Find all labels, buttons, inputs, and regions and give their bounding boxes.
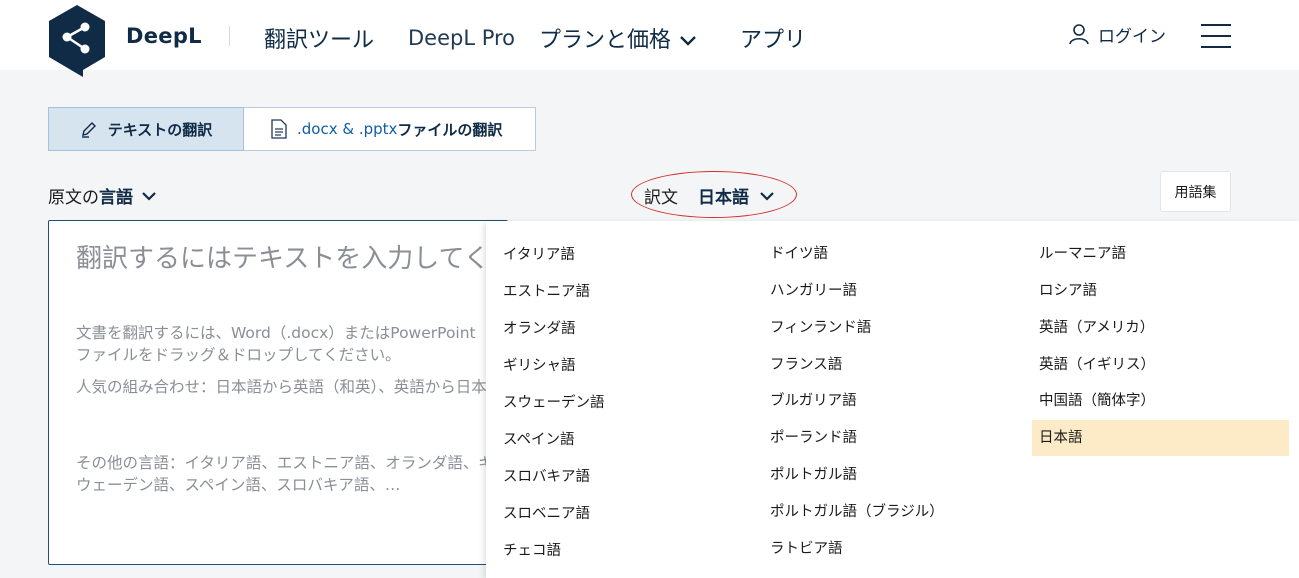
language-option[interactable]: ドイツ語 <box>770 242 828 266</box>
language-option[interactable]: スロバキア語 <box>503 465 590 489</box>
mode-tabs: テキストの翻訳 .docx & .pptx ファイルの翻訳 <box>48 107 536 151</box>
language-option[interactable]: ブルガリア語 <box>770 389 857 413</box>
language-option[interactable]: オランダ語 <box>503 317 576 341</box>
popular-pairs-hint: 人気の組み合わせ：日本語から英語（和英）、英語から日本語（英和） <box>76 378 507 396</box>
nav-translator[interactable]: 翻訳ツール <box>264 22 374 54</box>
source-lang-prefix: 原文の <box>48 188 99 208</box>
language-option[interactable]: スウェーデン語 <box>503 391 605 415</box>
source-text-area[interactable]: 翻訳するにはテキストを入力してください。 文書を翻訳するには、Word（.doc… <box>48 220 508 565</box>
chevron-down-icon <box>142 191 156 201</box>
chevron-down-icon <box>760 191 774 201</box>
target-lang-value: 日本語 <box>698 188 749 208</box>
target-language-selector[interactable]: 訳文 日本語 <box>644 183 775 208</box>
nav-pricing-label: プランと価格 <box>539 28 672 53</box>
language-option[interactable]: 英語（アメリカ） <box>1039 316 1154 340</box>
language-option[interactable]: スペイン語 <box>503 428 575 452</box>
language-option-selected[interactable]: 日本語 <box>1039 426 1083 450</box>
target-lang-prefix: 訳文 <box>644 188 678 208</box>
brand-name[interactable]: DeepL <box>126 24 202 48</box>
language-option[interactable]: エストニア語 <box>503 280 590 304</box>
language-option[interactable]: ポルトガル語（ブラジル） <box>770 500 944 524</box>
language-option[interactable]: ハンガリー語 <box>770 279 857 303</box>
target-language-dropdown: イタリア語 エストニア語 オランダ語 ギリシャ語 スウェーデン語 スペイン語 ス… <box>486 221 1299 578</box>
source-lang-bold: 言語 <box>99 188 133 208</box>
language-option[interactable]: ポーランド語 <box>770 426 857 450</box>
language-option[interactable]: フランス語 <box>770 353 842 377</box>
drag-drop-hint: 文書を翻訳するには、Word（.docx）またはPowerPoint（.pptx… <box>76 324 507 364</box>
login-label: ログイン <box>1098 26 1166 47</box>
language-option[interactable]: ギリシャ語 <box>503 354 576 378</box>
language-option[interactable]: チェコ語 <box>503 539 561 563</box>
source-language-selector[interactable]: 原文の 言語 <box>48 183 157 208</box>
chevron-down-icon <box>680 36 696 46</box>
deepl-logo-icon[interactable] <box>47 5 107 77</box>
language-option[interactable]: ロシア語 <box>1039 279 1097 303</box>
tab-text-label: テキストの翻訳 <box>107 120 213 139</box>
pen-icon <box>81 122 96 138</box>
language-option[interactable]: ポルトガル語 <box>770 463 857 487</box>
tab-file-translation[interactable]: .docx & .pptx ファイルの翻訳 <box>244 107 536 151</box>
language-option[interactable]: ルーマニア語 <box>1039 242 1126 266</box>
nav-deepl-pro[interactable]: DeepL Pro <box>408 26 515 50</box>
language-option[interactable]: フィンランド語 <box>770 316 871 340</box>
tab-file-label: ファイルの翻訳 <box>397 120 503 139</box>
document-icon <box>271 119 287 139</box>
language-option[interactable]: 英語（イギリス） <box>1039 353 1155 377</box>
language-option[interactable]: ラトビア語 <box>770 537 843 561</box>
glossary-button[interactable]: 用語集 <box>1160 171 1231 212</box>
nav-pricing[interactable]: プランと価格 <box>539 22 697 54</box>
tab-text-translation[interactable]: テキストの翻訳 <box>48 107 244 151</box>
login-link[interactable]: ログイン <box>1069 20 1166 48</box>
tab-file-ext: .docx & .pptx <box>297 120 398 138</box>
divider <box>229 26 230 46</box>
language-option[interactable]: イタリア語 <box>503 243 575 267</box>
other-languages-hint: その他の言語：イタリア語、エストニア語、オランダ語、ギリシャ語、スウェーデン語、… <box>76 454 507 494</box>
language-option[interactable]: 中国語（簡体字） <box>1039 389 1155 413</box>
language-option[interactable]: スロベニア語 <box>503 502 590 526</box>
source-placeholder: 翻訳するにはテキストを入力してください。 <box>76 244 507 274</box>
top-bar: DeepL 翻訳ツール DeepL Pro プランと価格 アプリ ログイン <box>0 0 1299 77</box>
hamburger-menu-icon[interactable] <box>1201 24 1231 48</box>
user-icon <box>1069 24 1089 45</box>
nav-apps[interactable]: アプリ <box>740 22 806 54</box>
